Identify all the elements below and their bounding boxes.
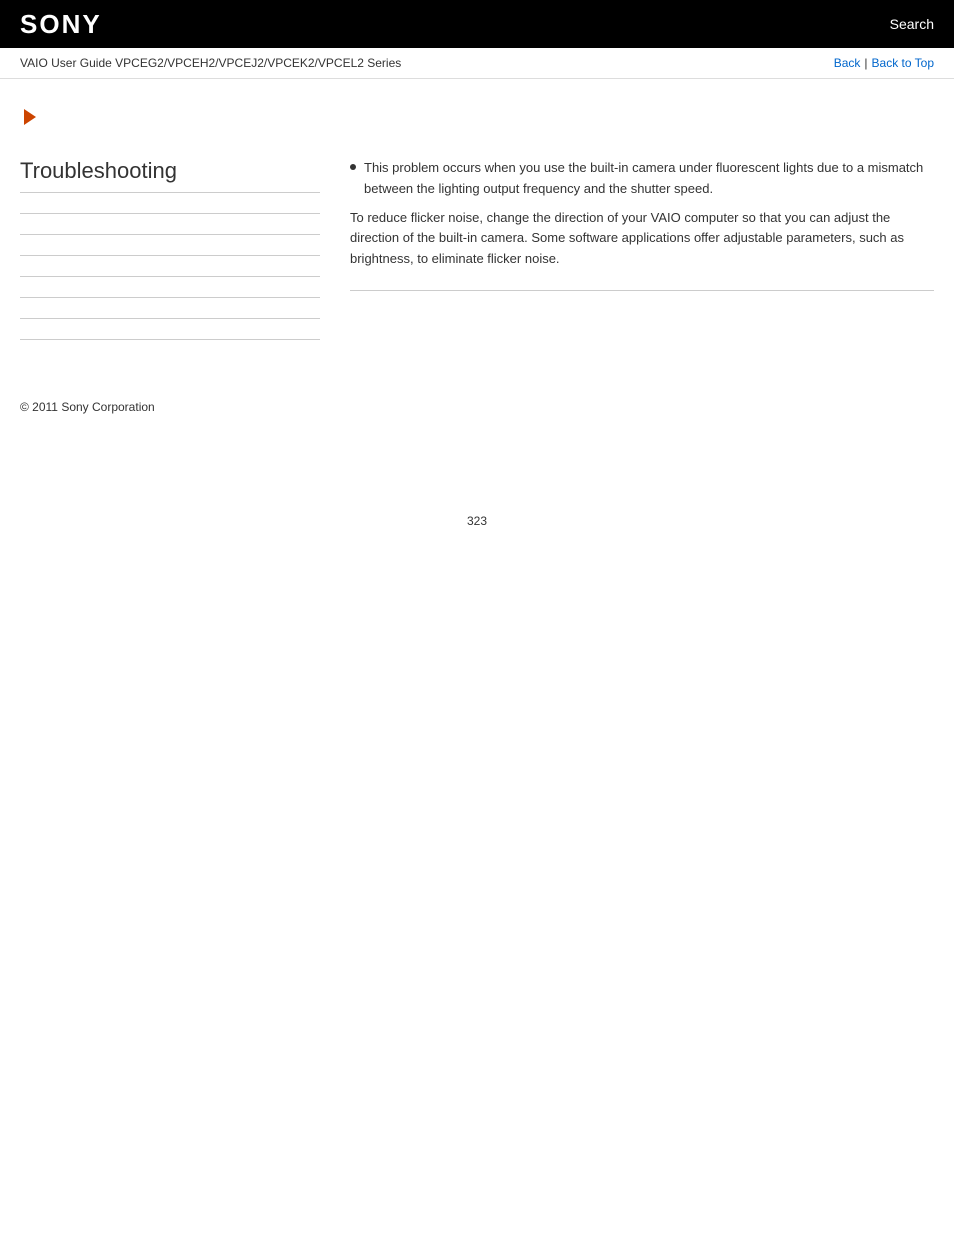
page-number: 323 — [0, 514, 954, 548]
right-content: This problem occurs when you use the bui… — [350, 158, 934, 360]
back-link[interactable]: Back — [834, 56, 861, 70]
sidebar-line-5 — [20, 297, 320, 298]
guide-title: VAIO User Guide VPCEG2/VPCEH2/VPCEJ2/VPC… — [20, 56, 401, 70]
sidebar-line-6 — [20, 318, 320, 319]
bullet-text: This problem occurs when you use the bui… — [364, 158, 934, 200]
sidebar-line-2 — [20, 234, 320, 235]
sidebar-line-4 — [20, 276, 320, 277]
chevron-icon — [24, 109, 36, 125]
sidebar-line-1 — [20, 213, 320, 214]
footer-copyright: © 2011 Sony Corporation — [20, 400, 934, 414]
site-header: SONY Search — [0, 0, 954, 48]
nav-separator: | — [864, 56, 867, 70]
back-to-top-link[interactable]: Back to Top — [872, 56, 934, 70]
sidebar-line-3 — [20, 255, 320, 256]
sony-logo: SONY — [20, 9, 102, 40]
left-sidebar: Troubleshooting — [20, 158, 320, 360]
content-divider — [350, 290, 934, 291]
search-label[interactable]: Search — [890, 16, 934, 32]
content-paragraph: To reduce flicker noise, change the dire… — [350, 208, 934, 270]
bullet-dot-icon — [350, 164, 356, 170]
nav-links: Back | Back to Top — [834, 56, 934, 70]
main-content: Troubleshooting This problem occurs when… — [0, 79, 954, 454]
section-title: Troubleshooting — [20, 158, 320, 193]
bullet-point: This problem occurs when you use the bui… — [350, 158, 934, 200]
sidebar-line-7 — [20, 339, 320, 340]
nav-bar: VAIO User Guide VPCEG2/VPCEH2/VPCEJ2/VPC… — [0, 48, 954, 79]
content-layout: Troubleshooting This problem occurs when… — [20, 158, 934, 360]
